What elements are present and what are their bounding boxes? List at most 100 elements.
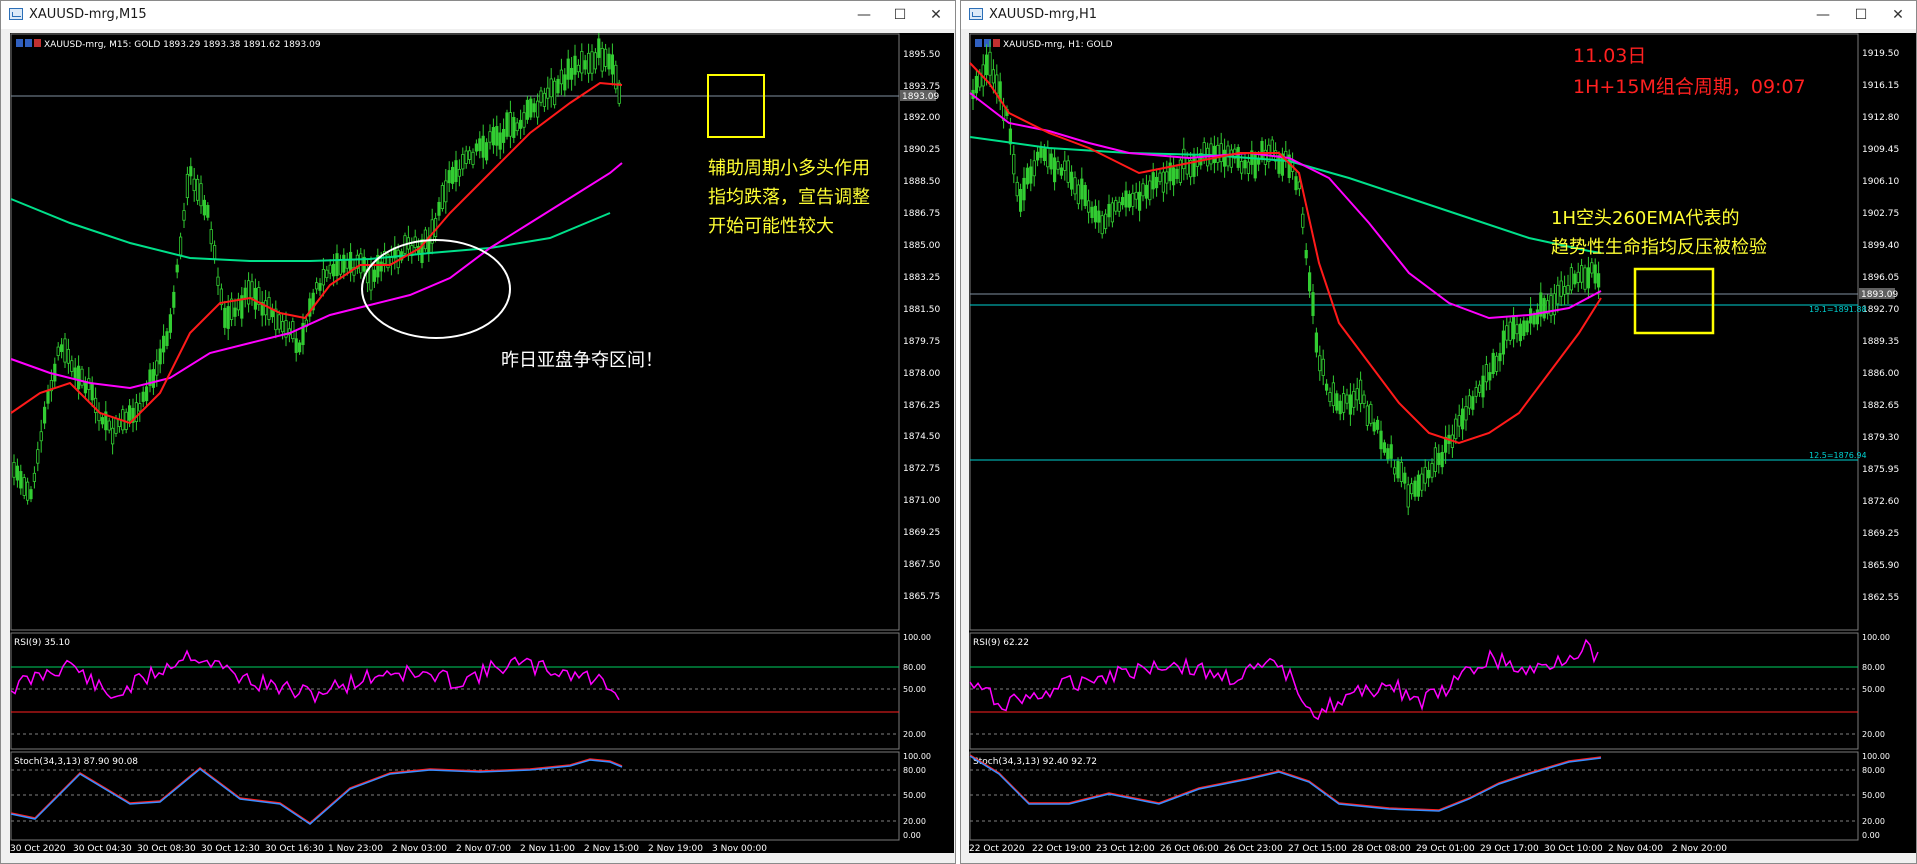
candle-body	[1049, 153, 1053, 170]
stoch-tick: 100.00	[903, 752, 931, 761]
candle-body	[1460, 408, 1465, 430]
price-tick: 1886.75	[903, 209, 940, 219]
candle-body	[345, 259, 349, 269]
candle-body	[580, 51, 584, 74]
candle-body	[1324, 383, 1329, 391]
candle-body	[505, 112, 509, 137]
candle-body	[974, 75, 978, 94]
candle-body	[56, 346, 60, 356]
maximize-button[interactable]: ☐	[885, 3, 915, 27]
candle-body	[536, 100, 540, 118]
candle-body	[294, 338, 298, 353]
candle-body	[70, 360, 74, 372]
time-tick: 2 Nov 04:00	[1608, 844, 1663, 853]
candle-body	[1348, 394, 1353, 415]
candle-body	[1328, 392, 1332, 402]
annotation-line: 1H空头260EMA代表的	[1551, 208, 1740, 229]
time-tick: 2 Nov 03:00	[392, 844, 447, 853]
candle-body	[83, 382, 87, 394]
candle-body	[1396, 460, 1400, 479]
candle-body	[1321, 358, 1325, 376]
candle-body	[1097, 210, 1101, 223]
candle-body	[43, 406, 47, 424]
candle-body	[1430, 463, 1434, 478]
candle-body	[583, 60, 587, 70]
close-button[interactable]: ✕	[1883, 3, 1913, 27]
price-tick: 1890.25	[903, 145, 940, 155]
minimize-button[interactable]: —	[849, 3, 879, 27]
candle-body	[1338, 400, 1342, 415]
candle-body	[270, 309, 275, 318]
time-tick: 26 Oct 23:00	[1224, 844, 1283, 853]
candle-body	[1015, 181, 1019, 197]
candle-body	[53, 363, 57, 382]
annotation-line: 指均跌落，宣告调整	[708, 187, 870, 208]
candle-body	[508, 112, 513, 137]
price-tick: 1872.60	[1862, 497, 1899, 507]
candle-body	[1399, 461, 1404, 482]
chart-window-icon	[969, 8, 983, 20]
close-button[interactable]: ✕	[921, 3, 951, 27]
stoch-label: Stoch(34,3,13) 87.90 90.08	[14, 757, 138, 767]
minimize-button[interactable]: —	[1808, 3, 1838, 27]
candle-body	[161, 335, 166, 353]
candle-body	[151, 369, 155, 388]
price-tick: 1865.90	[1862, 561, 1899, 571]
price-chart-m15[interactable]: XAUUSD-mrg, M15: GOLD 1893.29 1893.38 18…	[10, 33, 954, 853]
candle-body	[1406, 484, 1410, 508]
candle-body	[1158, 172, 1162, 183]
candle-body	[1474, 387, 1478, 397]
date-note: 11.03日	[1573, 45, 1646, 67]
candle-body	[1345, 394, 1349, 404]
candle-body	[60, 344, 64, 353]
candle-body	[87, 378, 91, 390]
price-tick: 1876.25	[903, 401, 940, 411]
candle-body	[280, 320, 285, 333]
time-tick: 27 Oct 15:00	[1288, 844, 1347, 853]
candle-body	[1148, 180, 1152, 201]
candle-body	[1046, 147, 1050, 168]
annotation-line: 趋势性生命指均反压被检验	[1551, 237, 1767, 258]
candle-body	[1437, 452, 1441, 465]
candle-body	[331, 263, 336, 277]
candle-body	[1477, 384, 1482, 393]
candle-body	[1386, 448, 1390, 460]
time-tick: 30 Oct 08:30	[137, 844, 196, 853]
candle-body	[1019, 188, 1023, 212]
candle-body	[525, 99, 530, 120]
candle-body	[1508, 321, 1512, 341]
maximize-button[interactable]: ☐	[1846, 3, 1876, 27]
time-tick: 30 Oct 04:30	[73, 844, 132, 853]
candle-body	[467, 150, 472, 160]
candle-body	[610, 54, 615, 75]
candle-body	[246, 280, 251, 305]
candle-body	[1423, 466, 1427, 484]
price-tick: 1874.50	[903, 432, 940, 442]
candle-body	[1025, 167, 1030, 185]
time-tick: 30 Oct 12:30	[201, 844, 260, 853]
candle-body	[168, 314, 172, 333]
candle-body	[484, 142, 489, 161]
candle-body	[1372, 422, 1376, 432]
price-tick: 1886.00	[1862, 369, 1899, 379]
candle-body	[144, 386, 149, 402]
candle-body	[1352, 390, 1356, 408]
window-titlebar[interactable]: XAUUSD-mrg,M15 — ☐ ✕	[1, 1, 955, 29]
candle-body	[1512, 315, 1516, 340]
candle-body	[1433, 447, 1438, 472]
price-tick: 1871.00	[903, 496, 940, 506]
candle-body	[444, 180, 448, 203]
candle-body	[1076, 184, 1080, 205]
candle-body	[1171, 167, 1176, 186]
annotation-zone-label: 昨日亚盘争夺区间！	[501, 350, 663, 371]
candle-body	[1501, 330, 1506, 355]
time-tick: 30 Oct 2020	[10, 844, 66, 853]
candle-body	[1556, 284, 1560, 305]
candle-body	[1420, 473, 1424, 491]
stoch-tick: 0.00	[1862, 831, 1880, 840]
candle-body	[1029, 166, 1033, 184]
window-titlebar[interactable]: XAUUSD-mrg,H1 — ☐ ✕	[961, 1, 1916, 29]
price-chart-h1[interactable]: XAUUSD-mrg, H1: GOLD 1919.50 1916.15 191…	[969, 33, 1916, 853]
candle-body	[1569, 267, 1574, 291]
price-tick: 1902.75	[1862, 209, 1899, 219]
